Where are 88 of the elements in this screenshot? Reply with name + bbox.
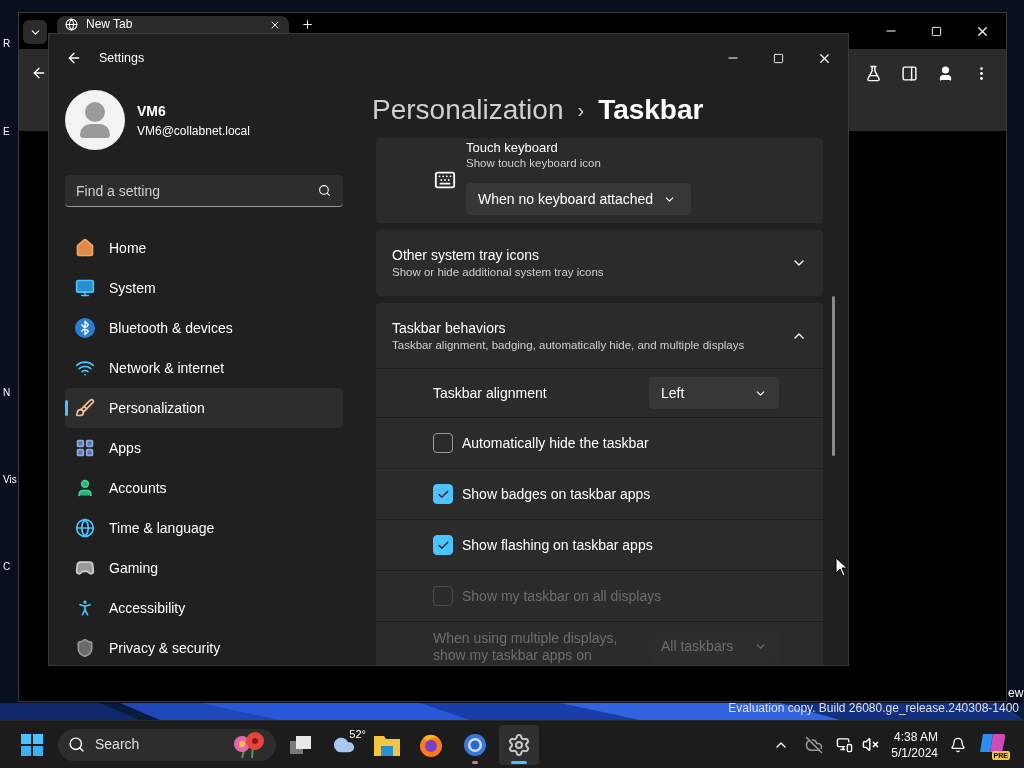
volume-mute-icon[interactable] xyxy=(862,736,880,753)
user-name: VM6 xyxy=(137,101,167,121)
setting-title: Other system tray icons xyxy=(392,246,541,264)
expander-header[interactable]: Other system tray icons Show or hide additional system tray icons xyxy=(376,230,823,296)
back-icon[interactable] xyxy=(66,50,82,66)
browser-tab[interactable]: New Tab xyxy=(57,16,289,33)
checkbox-label: Show my taskbar on all displays xyxy=(462,586,662,606)
nav-item[interactable]: Personalization xyxy=(65,388,343,428)
desktop-icon-label[interactable]: E xyxy=(3,124,10,139)
bluetooth-icon xyxy=(75,318,95,338)
checkbox[interactable] xyxy=(433,484,453,504)
clock-time[interactable]: 4:38 AM xyxy=(893,728,938,745)
user-email: VM6@collabnet.local xyxy=(137,122,250,140)
search-icon xyxy=(318,184,331,197)
shield-icon xyxy=(75,638,95,658)
window-title: Settings xyxy=(99,49,145,67)
folder-icon xyxy=(374,733,400,756)
clock-date[interactable]: 5/1/2024 xyxy=(891,744,938,761)
build-watermark: Evaluation copy. Build 26080.ge_release.240308-1400 xyxy=(728,700,1019,717)
dropdown[interactable]: When no keyboard attached xyxy=(466,183,691,215)
nav-item[interactable]: System xyxy=(65,268,343,308)
brush-icon xyxy=(75,398,95,418)
search-field[interactable]: Find a setting xyxy=(65,175,343,207)
monitor-icon xyxy=(75,278,95,298)
setting-title: Taskbar behaviors xyxy=(392,318,507,337)
gear-icon xyxy=(507,732,531,757)
nav-item[interactable]: Gaming xyxy=(65,548,343,588)
person-icon xyxy=(75,478,95,498)
weather-widget[interactable]: 52° xyxy=(324,724,364,765)
expander-header[interactable]: Taskbar behaviors Taskbar alignment, badging, automatically hide, and multiple displays xyxy=(376,303,823,369)
temperature: 52° xyxy=(349,726,366,742)
chrome-icon xyxy=(463,732,487,757)
desktop-icon-label[interactable]: N xyxy=(3,385,11,400)
flask-icon[interactable] xyxy=(865,65,882,82)
nav-item[interactable]: Home xyxy=(65,228,343,268)
nav-item[interactable]: Accounts xyxy=(65,468,343,508)
globe-icon xyxy=(65,18,78,31)
nav-item[interactable]: Privacy & security xyxy=(65,628,343,668)
avatar xyxy=(65,90,125,150)
setting-description: Show touch keyboard icon xyxy=(466,156,602,171)
tab-title: New Tab xyxy=(86,18,133,31)
checkbox-label: Show flashing on taskbar apps xyxy=(462,535,653,555)
setting-description: Taskbar alignment, badging, automatically hide, and multiple displays xyxy=(392,337,745,353)
nav-item[interactable]: Apps xyxy=(65,428,343,468)
breadcrumb-separator: › xyxy=(577,98,585,123)
dropdown[interactable]: Left xyxy=(649,377,779,409)
wifi-icon xyxy=(75,358,95,378)
side-panel-icon[interactable] xyxy=(901,65,918,82)
gamepad-icon xyxy=(75,558,95,578)
nav-item[interactable]: Network & internet xyxy=(65,348,343,388)
taskbar-app[interactable] xyxy=(499,724,539,765)
nav-item[interactable]: Bluetooth & devices xyxy=(65,308,343,348)
search-label: Search xyxy=(95,735,140,754)
checkbox[interactable] xyxy=(433,433,453,453)
setting-label: When using multiple displays, show my taskbar apps on xyxy=(433,629,619,664)
checkbox-label: Show badges on taskbar apps xyxy=(462,484,651,504)
setting-label: Taskbar alignment xyxy=(433,384,548,402)
setting-description: Show or hide additional system tray icons xyxy=(392,265,604,280)
maximize-icon[interactable] xyxy=(773,52,784,64)
start-icon[interactable] xyxy=(21,733,43,756)
plus-icon[interactable] xyxy=(301,18,314,31)
profile-icon[interactable] xyxy=(937,65,954,82)
breadcrumb-parent[interactable]: Personalization xyxy=(372,89,564,131)
desktop-icon-label[interactable]: ew xyxy=(1008,684,1024,702)
cloud-off-icon[interactable] xyxy=(805,735,824,754)
setting-title: Touch keyboard xyxy=(466,140,559,156)
firefox-icon xyxy=(419,732,443,757)
desktop-icon-label[interactable]: Vis xyxy=(3,472,17,487)
bell-icon[interactable] xyxy=(950,736,966,753)
globe-icon xyxy=(75,518,95,538)
scrollbar[interactable] xyxy=(832,296,835,456)
nav-item[interactable]: Accessibility xyxy=(65,588,343,628)
task-view-icon xyxy=(290,734,312,755)
house-icon xyxy=(75,238,95,258)
desktop-icon-label[interactable]: R xyxy=(3,36,11,51)
nav-item[interactable]: Time & language xyxy=(65,508,343,548)
back-icon[interactable] xyxy=(31,65,47,81)
taskbar-search[interactable]: Search xyxy=(58,728,276,761)
apps-grid-icon xyxy=(75,438,95,458)
search-icon xyxy=(68,736,85,753)
desktop-icon-label[interactable]: C xyxy=(3,559,11,574)
maximize-icon[interactable] xyxy=(931,25,942,37)
page-title: Taskbar xyxy=(598,93,704,127)
mouse-cursor-icon xyxy=(835,557,849,577)
checkbox-label: Automatically hide the taskbar xyxy=(462,433,649,453)
tab-list-button[interactable] xyxy=(23,20,47,44)
checkbox[interactable] xyxy=(433,535,453,555)
monitor-icon[interactable] xyxy=(836,736,854,753)
